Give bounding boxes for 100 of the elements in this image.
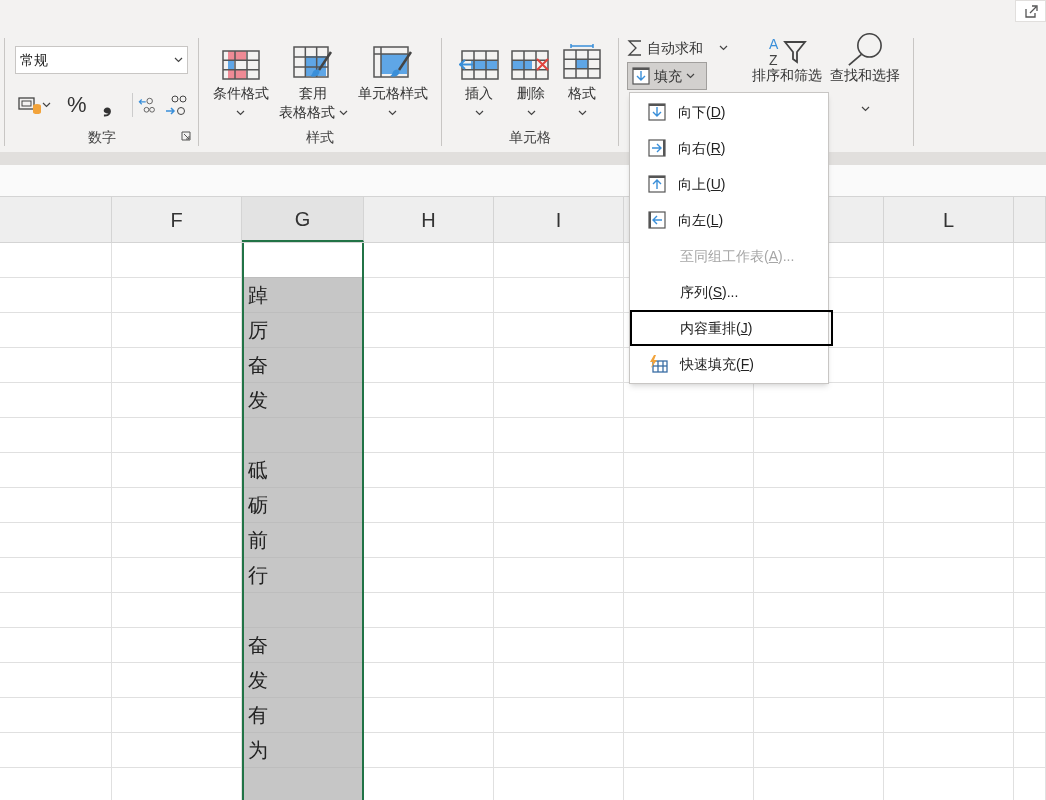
table-cell[interactable] xyxy=(112,383,242,418)
table-cell[interactable] xyxy=(494,733,624,768)
table-cell[interactable] xyxy=(624,628,754,663)
table-cell[interactable] xyxy=(494,348,624,383)
table-cell[interactable] xyxy=(624,733,754,768)
table-cell[interactable]: 踔 xyxy=(244,278,362,313)
autosum-button[interactable]: 自动求和 xyxy=(627,36,728,60)
table-cell[interactable] xyxy=(754,418,884,453)
table-cell[interactable] xyxy=(0,558,112,593)
table-cell[interactable] xyxy=(884,243,1014,278)
table-cell[interactable] xyxy=(494,383,624,418)
table-cell[interactable] xyxy=(884,628,1014,663)
table-cell[interactable] xyxy=(1014,628,1046,663)
table-cell[interactable] xyxy=(0,313,112,348)
table-cell[interactable] xyxy=(494,628,624,663)
table-cell[interactable] xyxy=(1014,348,1046,383)
table-cell[interactable] xyxy=(884,348,1014,383)
table-cell[interactable] xyxy=(1014,663,1046,698)
accounting-format-icon[interactable] xyxy=(18,94,42,115)
number-format-dropdown[interactable]: 常规 xyxy=(15,46,188,74)
table-cell[interactable] xyxy=(0,733,112,768)
table-cell[interactable] xyxy=(624,488,754,523)
table-cell[interactable] xyxy=(1014,488,1046,523)
table-cell[interactable] xyxy=(0,698,112,733)
table-cell[interactable] xyxy=(364,628,494,663)
table-cell[interactable] xyxy=(112,418,242,453)
table-cell[interactable] xyxy=(364,523,494,558)
table-cell[interactable] xyxy=(1014,243,1046,278)
table-cell[interactable] xyxy=(364,593,494,628)
table-cell[interactable] xyxy=(244,768,362,800)
ribbon-button[interactable]: 条件格式 xyxy=(208,36,273,122)
dialog-launcher-icon[interactable] xyxy=(181,131,191,141)
table-cell[interactable] xyxy=(112,348,242,383)
table-cell[interactable] xyxy=(112,243,242,278)
column-header[interactable]: H xyxy=(364,197,494,242)
table-cell[interactable] xyxy=(364,348,494,383)
table-cell[interactable] xyxy=(624,663,754,698)
ribbon-button[interactable]: 插入 xyxy=(455,36,503,122)
ribbon-button[interactable]: 单元格样式 xyxy=(353,36,432,122)
table-cell[interactable] xyxy=(494,313,624,348)
table-cell[interactable] xyxy=(624,453,754,488)
table-cell[interactable] xyxy=(884,313,1014,348)
table-cell[interactable] xyxy=(884,523,1014,558)
table-cell[interactable] xyxy=(1014,418,1046,453)
table-cell[interactable] xyxy=(0,593,112,628)
table-cell[interactable] xyxy=(112,313,242,348)
table-cell[interactable] xyxy=(112,663,242,698)
decrease-decimal-icon[interactable] xyxy=(163,92,188,117)
table-cell[interactable] xyxy=(1014,383,1046,418)
table-cell[interactable] xyxy=(0,383,112,418)
table-cell[interactable] xyxy=(0,523,112,558)
table-cell[interactable] xyxy=(884,593,1014,628)
table-cell[interactable] xyxy=(754,523,884,558)
table-cell[interactable] xyxy=(754,558,884,593)
table-cell[interactable] xyxy=(364,243,494,278)
share-button[interactable] xyxy=(1015,0,1046,22)
table-cell[interactable] xyxy=(364,383,494,418)
table-cell[interactable] xyxy=(112,453,242,488)
table-cell[interactable] xyxy=(364,558,494,593)
table-cell[interactable] xyxy=(754,488,884,523)
table-cell[interactable] xyxy=(494,278,624,313)
table-cell[interactable] xyxy=(754,733,884,768)
table-cell[interactable]: 奋 xyxy=(244,348,362,383)
menu-item[interactable]: 向上(U) xyxy=(630,166,828,202)
table-cell[interactable] xyxy=(364,453,494,488)
table-cell[interactable] xyxy=(884,698,1014,733)
table-cell[interactable] xyxy=(364,663,494,698)
table-cell[interactable]: 厉 xyxy=(244,313,362,348)
table-cell[interactable] xyxy=(624,698,754,733)
table-cell[interactable]: 砺 xyxy=(244,488,362,523)
table-cell[interactable] xyxy=(112,593,242,628)
column-header[interactable]: L xyxy=(884,197,1014,242)
table-cell[interactable] xyxy=(364,418,494,453)
table-cell[interactable] xyxy=(884,453,1014,488)
table-cell[interactable] xyxy=(494,593,624,628)
table-cell[interactable]: 前 xyxy=(244,523,362,558)
table-cell[interactable] xyxy=(1014,558,1046,593)
table-cell[interactable] xyxy=(884,558,1014,593)
table-cell[interactable] xyxy=(112,558,242,593)
increase-decimal-icon[interactable] xyxy=(131,92,156,117)
table-cell[interactable] xyxy=(884,488,1014,523)
table-cell[interactable] xyxy=(754,698,884,733)
table-cell[interactable]: 行 xyxy=(244,558,362,593)
ribbon-button[interactable]: 删除 xyxy=(507,36,555,122)
menu-item[interactable]: 快速填充(F) xyxy=(630,346,828,382)
table-cell[interactable] xyxy=(884,418,1014,453)
table-cell[interactable] xyxy=(0,488,112,523)
table-cell[interactable] xyxy=(0,243,112,278)
table-cell[interactable] xyxy=(364,733,494,768)
table-cell[interactable] xyxy=(1014,453,1046,488)
table-cell[interactable] xyxy=(112,698,242,733)
column-header[interactable]: G xyxy=(242,197,364,242)
fill-button[interactable]: 填充 xyxy=(627,62,707,90)
table-cell[interactable] xyxy=(1014,523,1046,558)
table-cell[interactable] xyxy=(364,698,494,733)
table-cell[interactable] xyxy=(0,418,112,453)
table-cell[interactable] xyxy=(494,663,624,698)
table-cell[interactable] xyxy=(494,558,624,593)
table-cell[interactable] xyxy=(1014,733,1046,768)
table-cell[interactable] xyxy=(494,453,624,488)
